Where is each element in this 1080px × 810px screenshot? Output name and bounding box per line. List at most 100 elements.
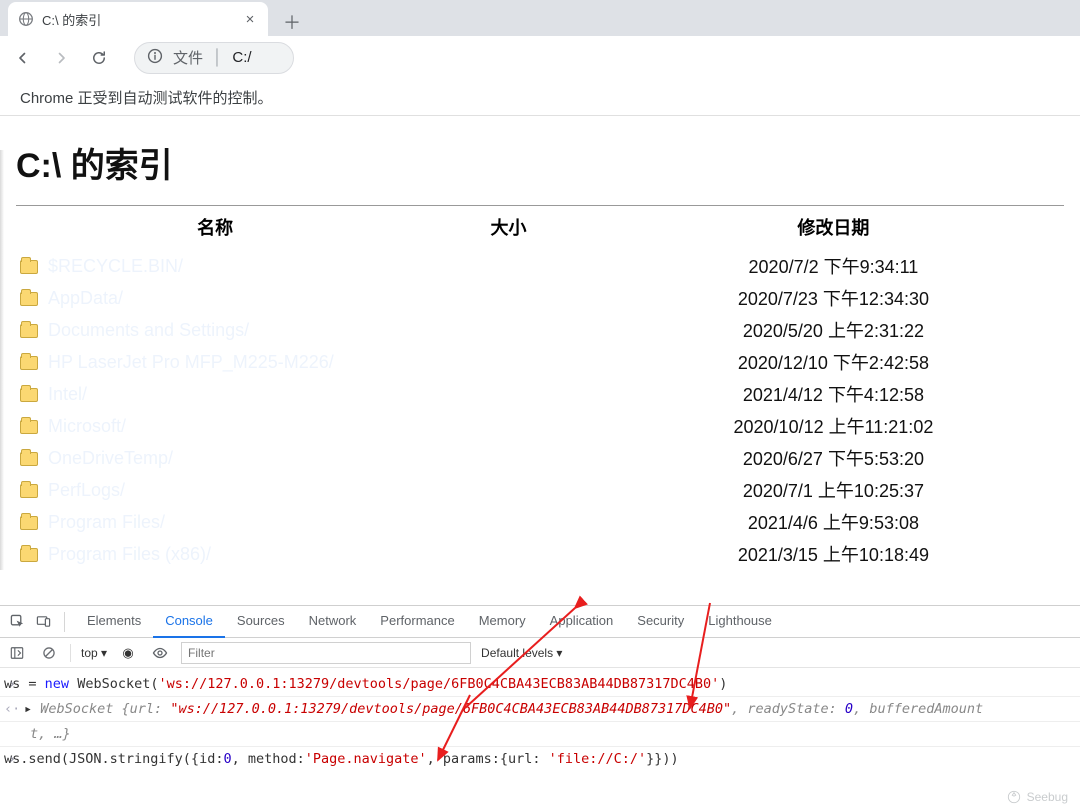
devtools-tab-sources[interactable]: Sources [225, 606, 297, 638]
devtools-tab-performance[interactable]: Performance [368, 606, 466, 638]
folder-icon [20, 420, 38, 434]
table-row[interactable]: Microsoft/2020/10/12 上午11:21:02 [16, 410, 1064, 442]
file-size [414, 250, 603, 282]
devtools-tab-elements[interactable]: Elements [75, 606, 153, 638]
file-size [414, 442, 603, 474]
col-name[interactable]: 名称 [16, 206, 414, 250]
result-icon: ‹· [4, 699, 20, 719]
file-link[interactable]: Program Files (x86)/ [16, 538, 414, 570]
console-row[interactable]: › ws = new WebSocket('ws://127.0.0.1:132… [0, 672, 1080, 697]
back-button[interactable] [6, 41, 40, 75]
devtools-tab-lighthouse[interactable]: Lighthouse [696, 606, 784, 638]
close-icon[interactable]: × [242, 11, 258, 27]
omnibox-path: C:/ [232, 49, 251, 66]
table-row[interactable]: Program Files/2021/4/6 上午9:53:08 [16, 506, 1064, 538]
browser-tabstrip: C:\ 的索引 × ＋ [0, 0, 1080, 36]
file-date: 2021/4/6 上午9:53:08 [603, 506, 1064, 538]
device-icon[interactable] [32, 611, 54, 633]
clear-console-icon[interactable] [38, 642, 60, 664]
omnibox-protocol: 文件 [173, 47, 203, 68]
left-shadow [0, 150, 4, 570]
file-link[interactable]: $RECYCLE.BIN/ [16, 250, 414, 282]
file-size [414, 538, 603, 570]
page-content: C:\ 的索引 名称 大小 修改日期 $RECYCLE.BIN/2020/7/2… [0, 116, 1080, 579]
new-tab-button[interactable]: ＋ [278, 8, 306, 36]
table-row[interactable]: HP LaserJet Pro MFP_M225-M226/2020/12/10… [16, 346, 1064, 378]
folder-icon [20, 516, 38, 530]
file-size [414, 314, 603, 346]
file-link[interactable]: Program Files/ [16, 506, 414, 538]
console-row[interactable]: › ws.send(JSON.stringify({id:0, method:'… [0, 747, 1080, 771]
file-size [414, 282, 603, 314]
table-row[interactable]: PerfLogs/2020/7/1 上午10:25:37 [16, 474, 1064, 506]
devtools-tab-memory[interactable]: Memory [467, 606, 538, 638]
col-size[interactable]: 大小 [414, 206, 603, 250]
automation-infobar: Chrome 正受到自动测试软件的控制。 [0, 80, 1080, 116]
page-title: C:\ 的索引 [16, 138, 1064, 187]
folder-icon [20, 452, 38, 466]
col-date[interactable]: 修改日期 [603, 206, 1064, 250]
folder-icon [20, 260, 38, 274]
console-toolbar: top ▾ ◉ Default levels ▾ [0, 638, 1080, 668]
inspect-icon[interactable] [6, 611, 28, 633]
file-link[interactable]: PerfLogs/ [16, 474, 414, 506]
file-date: 2020/7/1 上午10:25:37 [603, 474, 1064, 506]
file-link[interactable]: Microsoft/ [16, 410, 414, 442]
tab-title: C:\ 的索引 [42, 10, 242, 29]
file-link[interactable]: OneDriveTemp/ [16, 442, 414, 474]
devtools-tab-console[interactable]: Console [153, 606, 225, 638]
browser-toolbar: 文件 │ C:/ [0, 36, 1080, 80]
file-date: 2020/7/23 下午12:34:30 [603, 282, 1064, 314]
file-size [414, 378, 603, 410]
filter-input[interactable] [181, 642, 471, 664]
file-link[interactable]: Intel/ [16, 378, 414, 410]
info-icon [147, 48, 163, 68]
file-link[interactable]: HP LaserJet Pro MFP_M225-M226/ [16, 346, 414, 378]
browser-tab[interactable]: C:\ 的索引 × [8, 2, 268, 36]
address-bar[interactable]: 文件 │ C:/ [134, 42, 294, 74]
devtools-panel: ElementsConsoleSourcesNetworkPerformance… [0, 605, 1080, 810]
context-selector[interactable]: top ▾ [81, 646, 107, 660]
file-date: 2021/3/15 上午10:18:49 [603, 538, 1064, 570]
forward-button[interactable] [44, 41, 78, 75]
directory-table: 名称 大小 修改日期 $RECYCLE.BIN/2020/7/2 下午9:34:… [16, 206, 1064, 570]
file-link[interactable]: Documents and Settings/ [16, 314, 414, 346]
file-date: 2020/7/2 下午9:34:11 [603, 250, 1064, 282]
file-date: 2020/10/12 上午11:21:02 [603, 410, 1064, 442]
devtools-tab-application[interactable]: Application [538, 606, 626, 638]
table-row[interactable]: Intel/2021/4/12 下午4:12:58 [16, 378, 1064, 410]
folder-icon [20, 292, 38, 306]
folder-icon [20, 548, 38, 562]
globe-icon [18, 11, 34, 27]
devtools-tabbar: ElementsConsoleSourcesNetworkPerformance… [0, 606, 1080, 638]
table-row[interactable]: AppData/2020/7/23 下午12:34:30 [16, 282, 1064, 314]
log-levels[interactable]: Default levels ▾ [481, 646, 562, 660]
watermark: Seebug [1007, 790, 1068, 804]
file-size [414, 474, 603, 506]
omnibox-sep: │ [213, 49, 222, 66]
file-date: 2020/5/20 上午2:31:22 [603, 314, 1064, 346]
folder-icon [20, 356, 38, 370]
infobar-text: Chrome 正受到自动测试软件的控制。 [20, 87, 273, 108]
console-output: › ws = new WebSocket('ws://127.0.0.1:132… [0, 668, 1080, 775]
file-size [414, 410, 603, 442]
devtools-tab-security[interactable]: Security [625, 606, 696, 638]
table-row[interactable]: OneDriveTemp/2020/6/27 下午5:53:20 [16, 442, 1064, 474]
sidebar-toggle-icon[interactable] [6, 642, 28, 664]
reload-button[interactable] [82, 41, 116, 75]
table-row[interactable]: Program Files (x86)/ 2021/3/15 上午10:18:49 [16, 538, 1064, 570]
table-row[interactable]: Documents and Settings/2020/5/20 上午2:31:… [16, 314, 1064, 346]
live-expr-icon[interactable]: ◉ [117, 642, 139, 664]
folder-icon [20, 484, 38, 498]
console-row[interactable]: ‹· ▸ WebSocket {url: "ws://127.0.0.1:132… [0, 697, 1080, 722]
folder-icon [20, 324, 38, 338]
file-size [414, 346, 603, 378]
eye-icon[interactable] [149, 642, 171, 664]
file-link[interactable]: AppData/ [16, 282, 414, 314]
file-date: 2021/4/12 下午4:12:58 [603, 378, 1064, 410]
file-size [414, 506, 603, 538]
file-date: 2020/6/27 下午5:53:20 [603, 442, 1064, 474]
table-row[interactable]: $RECYCLE.BIN/2020/7/2 下午9:34:11 [16, 250, 1064, 282]
devtools-tab-network[interactable]: Network [297, 606, 369, 638]
folder-icon [20, 388, 38, 402]
